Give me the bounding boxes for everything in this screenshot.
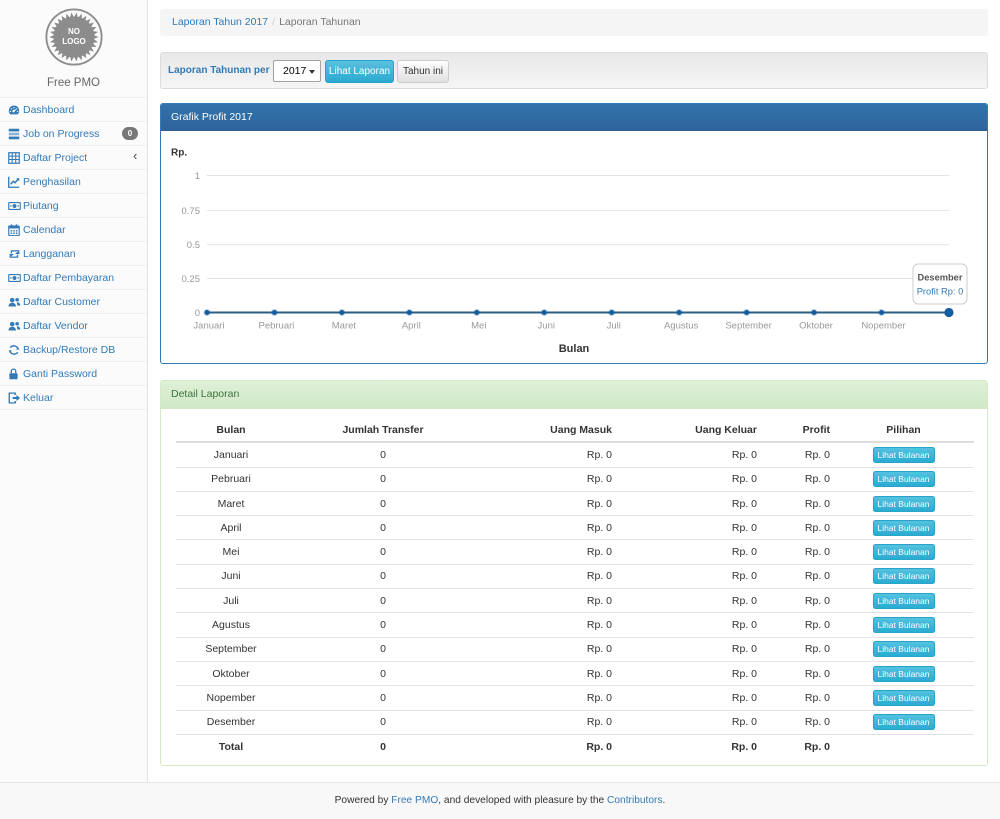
svg-text:Januari: Januari bbox=[193, 321, 224, 332]
svg-text:1: 1 bbox=[195, 171, 200, 182]
svg-text:Nopember: Nopember bbox=[861, 321, 905, 332]
svg-text:0.75: 0.75 bbox=[182, 206, 201, 217]
svg-text:0.25: 0.25 bbox=[182, 274, 201, 285]
svg-text:Bulan: Bulan bbox=[559, 343, 590, 355]
svg-text:NO: NO bbox=[68, 27, 80, 36]
svg-text:Rp.: Rp. bbox=[171, 148, 187, 159]
svg-text:Agustus: Agustus bbox=[664, 321, 699, 332]
svg-text:Maret: Maret bbox=[332, 321, 357, 332]
svg-text:Juni: Juni bbox=[538, 321, 555, 332]
svg-text:Desember: Desember bbox=[918, 273, 963, 283]
svg-text:Pebruari: Pebruari bbox=[258, 321, 294, 332]
svg-text:Juli: Juli bbox=[607, 321, 621, 332]
svg-text:Profit Rp: 0: Profit Rp: 0 bbox=[917, 287, 964, 297]
svg-text:0: 0 bbox=[195, 308, 200, 319]
svg-text:0.5: 0.5 bbox=[187, 240, 200, 251]
svg-text:April: April bbox=[402, 321, 421, 332]
svg-text:Oktober: Oktober bbox=[799, 321, 833, 332]
svg-text:Mei: Mei bbox=[471, 321, 486, 332]
svg-text:LOGO: LOGO bbox=[62, 37, 86, 46]
svg-text:September: September bbox=[725, 321, 771, 332]
